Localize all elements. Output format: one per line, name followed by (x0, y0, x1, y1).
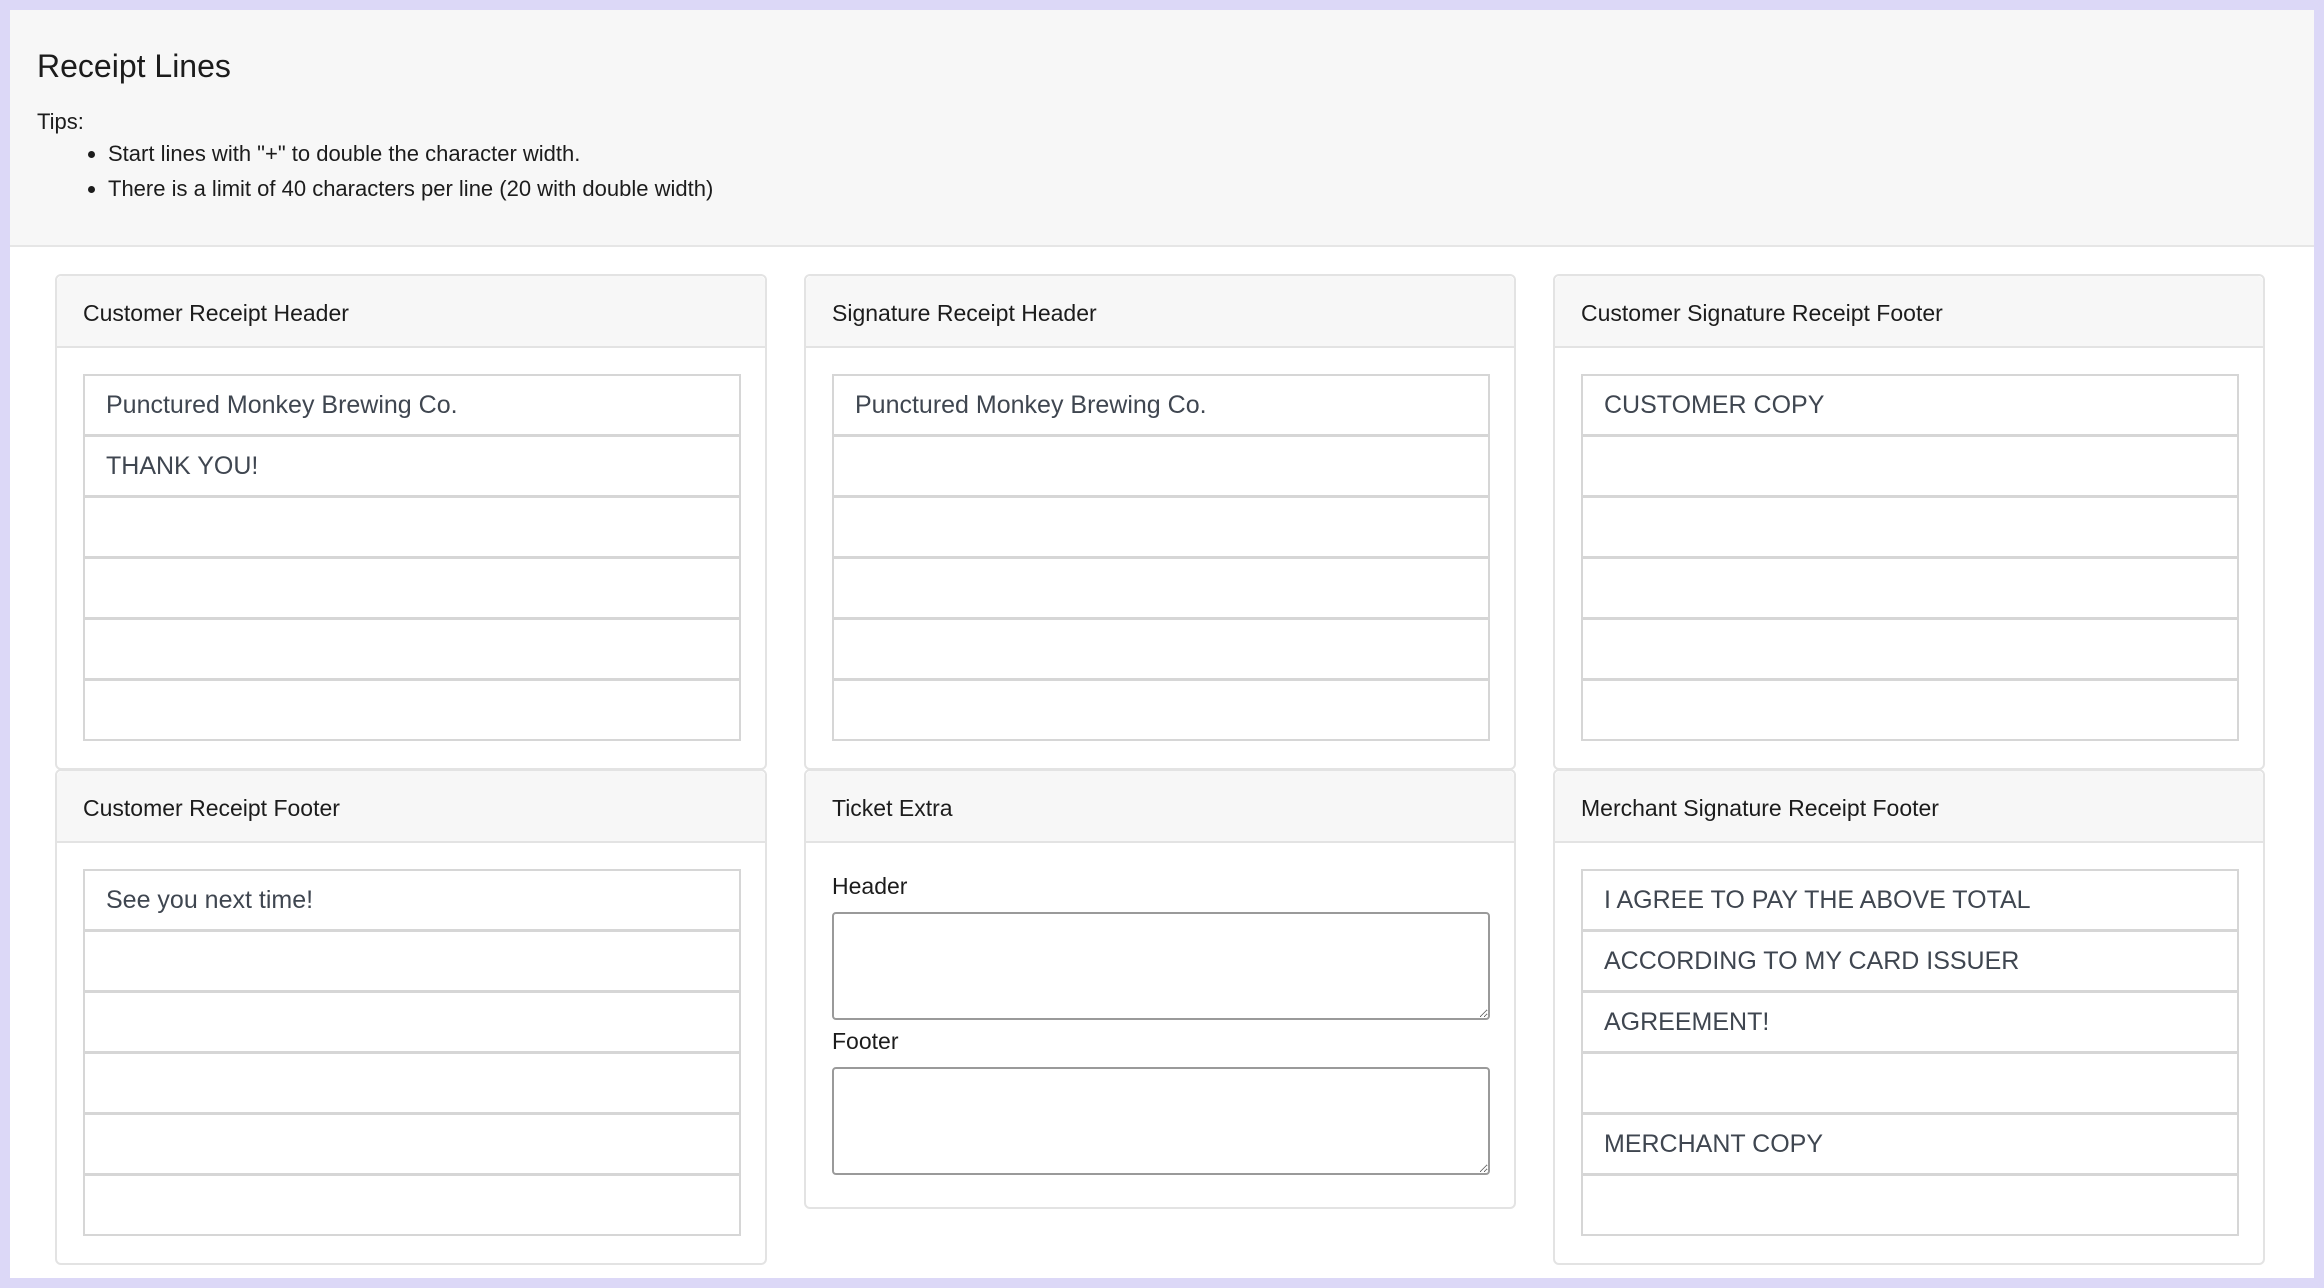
receipt-line-input[interactable] (1581, 1174, 2239, 1236)
ticket-extra-header-textarea[interactable] (832, 912, 1490, 1020)
receipt-line-input[interactable] (832, 374, 1490, 436)
tip-item: Start lines with "+" to double the chara… (72, 141, 713, 176)
receipt-line-input[interactable] (83, 679, 741, 741)
receipt-line-input[interactable] (1581, 869, 2239, 931)
panel-merchant-signature-receipt-footer: Merchant Signature Receipt Footer (1553, 769, 2265, 1265)
ticket-extra-footer-textarea[interactable] (832, 1067, 1490, 1175)
tip-item: There is a limit of 40 characters per li… (72, 176, 713, 211)
receipt-line-input[interactable] (83, 930, 741, 992)
page-header: Receipt Lines Tips: Start lines with "+"… (10, 10, 2314, 247)
receipt-line-input[interactable] (832, 435, 1490, 497)
line-inputs (57, 348, 765, 741)
receipt-line-input[interactable] (832, 618, 1490, 680)
receipt-line-input[interactable] (1581, 930, 2239, 992)
panel-ticket-extra: Ticket Extra Header Footer (804, 769, 1516, 1209)
panel-customer-signature-receipt-footer: Customer Signature Receipt Footer (1553, 274, 2265, 770)
panel-customer-receipt-header: Customer Receipt Header (55, 274, 767, 770)
receipt-line-input[interactable] (832, 557, 1490, 619)
receipt-line-input[interactable] (83, 869, 741, 931)
receipt-line-input[interactable] (1581, 618, 2239, 680)
receipt-line-input[interactable] (832, 679, 1490, 741)
panel-customer-receipt-footer: Customer Receipt Footer (55, 769, 767, 1265)
panel-title: Ticket Extra (806, 771, 1514, 843)
receipt-line-input[interactable] (1581, 374, 2239, 436)
line-inputs (806, 348, 1514, 741)
receipt-line-input[interactable] (1581, 496, 2239, 558)
receipt-line-input[interactable] (832, 496, 1490, 558)
panel-title: Customer Receipt Header (57, 276, 765, 348)
receipt-line-input[interactable] (1581, 557, 2239, 619)
tips-label: Tips: (37, 109, 84, 134)
line-inputs (1555, 843, 2263, 1236)
panel-title: Customer Receipt Footer (57, 771, 765, 843)
receipt-line-input[interactable] (83, 435, 741, 497)
receipt-line-input[interactable] (83, 496, 741, 558)
receipt-line-input[interactable] (83, 618, 741, 680)
line-inputs (1555, 348, 2263, 741)
receipt-line-input[interactable] (1581, 435, 2239, 497)
panel-signature-receipt-header: Signature Receipt Header (804, 274, 1516, 770)
receipt-line-input[interactable] (83, 1174, 741, 1236)
app-frame: Receipt Lines Tips: Start lines with "+"… (10, 10, 2314, 1278)
panel-title: Merchant Signature Receipt Footer (1555, 771, 2263, 843)
receipt-line-input[interactable] (1581, 1113, 2239, 1175)
receipt-line-input[interactable] (83, 1052, 741, 1114)
ticket-extra-header-label: Header (832, 873, 908, 899)
ticket-extra-fields: Header Footer (806, 843, 1514, 1175)
line-inputs (57, 843, 765, 1236)
page-title: Receipt Lines (37, 48, 231, 84)
receipt-line-input[interactable] (83, 1113, 741, 1175)
panel-title: Customer Signature Receipt Footer (1555, 276, 2263, 348)
receipt-line-input[interactable] (1581, 991, 2239, 1053)
panel-title: Signature Receipt Header (806, 276, 1514, 348)
tips-list: Start lines with "+" to double the chara… (72, 141, 713, 211)
receipt-line-input[interactable] (1581, 679, 2239, 741)
receipt-line-input[interactable] (83, 557, 741, 619)
receipt-line-input[interactable] (83, 374, 741, 436)
receipt-line-input[interactable] (1581, 1052, 2239, 1114)
receipt-line-input[interactable] (83, 991, 741, 1053)
ticket-extra-footer-label: Footer (832, 1028, 899, 1054)
